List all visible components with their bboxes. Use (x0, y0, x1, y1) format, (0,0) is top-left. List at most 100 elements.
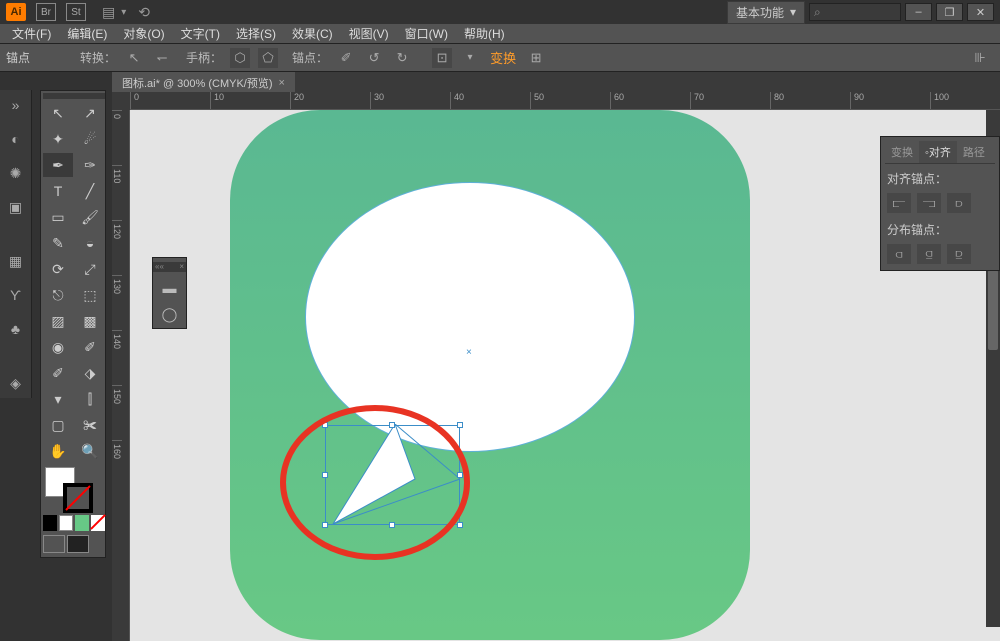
arrange-docs-icon[interactable]: ▤ (102, 4, 115, 21)
restore-button[interactable]: ❐ (936, 3, 963, 21)
horizontal-ruler[interactable]: 0 10 20 30 40 50 60 70 80 90 100 (130, 92, 1000, 110)
cut-anchor-button[interactable]: ↻ (392, 48, 412, 68)
menu-help[interactable]: 帮助(H) (458, 23, 511, 44)
cc-panel-icon[interactable]: ◐ (5, 128, 27, 150)
gradient-tool[interactable]: ✐ (75, 335, 105, 359)
vertical-ruler[interactable]: 0 110 120 130 140 150 160 (112, 110, 130, 641)
mesh-tool[interactable]: ◉ (43, 335, 73, 359)
menu-type[interactable]: 文字(T) (175, 23, 226, 44)
menu-effect[interactable]: 效果(C) (286, 23, 339, 44)
floating-mini-panel[interactable]: «« × ▬ ◯ (152, 257, 187, 329)
zoom-tool[interactable]: 🔍 (75, 439, 105, 463)
graph-tool[interactable]: ⫿ (75, 387, 105, 411)
control-collapse-button[interactable]: ⊪ (970, 48, 990, 68)
recent-swatch-none[interactable] (91, 515, 105, 531)
close-button[interactable]: ✕ (967, 3, 994, 21)
slice-tool[interactable]: ✀ (75, 413, 105, 437)
rotate-tool[interactable]: ⟳ (43, 257, 73, 281)
selection-handle-se[interactable] (457, 522, 463, 528)
convert-corner-button[interactable]: ↖ (124, 48, 144, 68)
sync-icon[interactable]: ⟲ (138, 4, 150, 21)
width-tool[interactable]: ⎋ (43, 283, 73, 307)
connect-anchor-button[interactable]: ↺ (364, 48, 384, 68)
search-input[interactable]: ⌕ (809, 3, 901, 21)
type-tool[interactable]: T (43, 179, 73, 203)
hand-tool[interactable]: ✋ (43, 439, 73, 463)
menu-object[interactable]: 对象(O) (117, 23, 170, 44)
shape-builder-tool[interactable]: ▨ (43, 309, 73, 333)
perspective-tool[interactable]: ▩ (75, 309, 105, 333)
artboard[interactable]: × (130, 110, 1000, 641)
stroke-panel-icon[interactable]: ▦ (5, 250, 27, 272)
tab-transform[interactable]: 变换 (885, 141, 919, 163)
brushes-panel-icon[interactable]: Ƴ (5, 284, 27, 306)
fill-stroke-control[interactable] (43, 465, 105, 513)
pen-tool[interactable]: ✒ (43, 153, 73, 177)
pencil-tool[interactable]: ✎ (43, 231, 73, 255)
artboard-tool[interactable]: ▢ (43, 413, 73, 437)
eyedropper-tool[interactable]: ✐ (43, 361, 73, 385)
scale-tool[interactable]: ⤢ (75, 257, 105, 281)
stroke-swatch[interactable] (63, 483, 93, 513)
screen-mode-full[interactable] (67, 535, 89, 553)
magic-wand-tool[interactable]: ✦ (43, 127, 73, 151)
stock-button[interactable]: St (66, 3, 86, 21)
eraser-tool[interactable]: ◒ (75, 231, 105, 255)
menu-view[interactable]: 视图(V) (343, 23, 395, 44)
isolate-button[interactable]: ⊡ (432, 48, 452, 68)
bridge-button[interactable]: Br (36, 3, 56, 21)
paintbrush-tool[interactable]: 🖌 (75, 205, 105, 229)
blend-tool[interactable]: ⬗ (75, 361, 105, 385)
selection-tool[interactable]: ↖ (43, 101, 73, 125)
distribute-left-button[interactable]: ⫏ (887, 244, 911, 264)
direct-selection-tool[interactable]: ↗ (75, 101, 105, 125)
free-transform-tool[interactable]: ⬚ (75, 283, 105, 307)
menu-window[interactable]: 窗口(W) (399, 23, 454, 44)
document-tab[interactable]: 图标.ai* @ 300% (CMYK/预览) × (112, 72, 295, 94)
menu-file[interactable]: 文件(F) (6, 23, 57, 44)
distribute-center-button[interactable]: ⫑ (917, 244, 941, 264)
swatches-panel-icon[interactable]: ▣ (5, 196, 27, 218)
symbol-sprayer-tool[interactable]: ▾ (43, 387, 73, 411)
curvature-tool[interactable]: ✑ (75, 153, 105, 177)
align-right-button[interactable]: ⫐ (947, 193, 971, 213)
menu-select[interactable]: 选择(S) (230, 23, 282, 44)
recent-swatch-green[interactable] (75, 515, 89, 531)
scrollbar-thumb[interactable] (988, 270, 998, 350)
ruler-origin[interactable] (112, 92, 130, 110)
line-tool[interactable]: ╱ (75, 179, 105, 203)
tab-pathfinder[interactable]: 路径 (957, 141, 991, 163)
minimize-button[interactable]: – (905, 3, 932, 21)
selection-handle-ne[interactable] (457, 422, 463, 428)
align-left-button[interactable]: ⫍ (887, 193, 911, 213)
align-artboard-button[interactable]: ⊞ (526, 48, 546, 68)
tab-align[interactable]: ◦对齐 (919, 141, 957, 163)
rectangle-tool[interactable]: ▭ (43, 205, 73, 229)
recent-swatch-white[interactable] (59, 515, 73, 531)
transform-link[interactable]: 变换 (488, 48, 518, 68)
screen-mode-normal[interactable] (43, 535, 65, 553)
gradient-panel-icon[interactable]: ▬ (160, 278, 180, 298)
handle-hide-button[interactable]: ⬠ (258, 48, 278, 68)
distribute-right-button[interactable]: ⫒ (947, 244, 971, 264)
handle-show-button[interactable]: ⬡ (230, 48, 250, 68)
mini-panel-header[interactable]: «« × (153, 262, 186, 272)
recent-swatch-black[interactable] (43, 515, 57, 531)
arrange-dropdown-icon[interactable]: ▾ (121, 7, 126, 18)
menu-edit[interactable]: 编辑(E) (61, 23, 113, 44)
collapse-icon[interactable]: «« (155, 262, 164, 272)
close-icon[interactable]: × (179, 262, 184, 272)
layers-panel-icon[interactable]: ◈ (5, 372, 27, 394)
appearance-panel-icon[interactable]: ◯ (160, 304, 180, 324)
convert-smooth-button[interactable]: ↽ (152, 48, 172, 68)
symbols-panel-icon[interactable]: ♣ (5, 318, 27, 340)
close-tab-icon[interactable]: × (279, 77, 285, 89)
remove-anchor-button[interactable]: ✐ (336, 48, 356, 68)
isolate-dropdown-icon[interactable]: ▾ (460, 48, 480, 68)
expand-dock-button[interactable]: » (5, 94, 27, 116)
align-center-button[interactable]: ⫎ (917, 193, 941, 213)
toolbox-grip[interactable] (43, 93, 105, 99)
color-panel-icon[interactable]: ✺ (5, 162, 27, 184)
workspace-switcher[interactable]: 基本功能 ▾ (727, 1, 805, 24)
lasso-tool[interactable]: ☄ (75, 127, 105, 151)
